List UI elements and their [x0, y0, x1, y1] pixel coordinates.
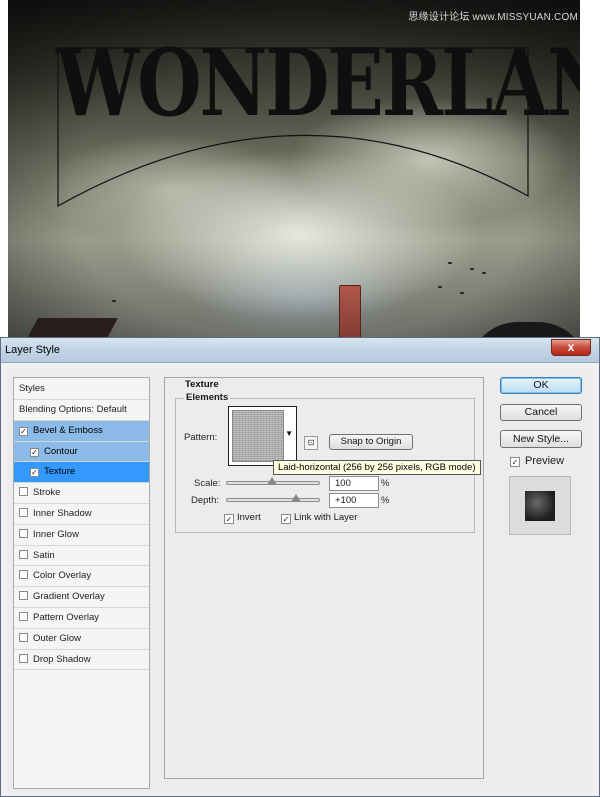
checkbox[interactable]	[19, 570, 28, 580]
style-item-gradient-overlay[interactable]: Gradient Overlay	[14, 587, 149, 608]
bird	[460, 292, 464, 294]
depth-input[interactable]: +100	[329, 493, 379, 508]
scale-label: Scale:	[194, 478, 221, 489]
style-item-label: Drop Shadow	[33, 653, 91, 665]
style-item-drop-shadow[interactable]: Drop Shadow	[14, 650, 149, 671]
elements-group: Elements Pattern: ▼ ⊡ Snap to Origin Lai…	[175, 392, 481, 533]
checkbox[interactable]	[19, 591, 28, 601]
style-item-label: Pattern Overlay	[33, 611, 99, 623]
pattern-label: Pattern:	[184, 432, 218, 443]
checkbox[interactable]	[19, 549, 28, 559]
checkbox[interactable]	[19, 611, 28, 621]
texture-panel: Texture Elements Pattern: ▼ ⊡ Snap to Or…	[164, 377, 484, 779]
checkbox[interactable]: ✓	[224, 514, 234, 524]
snap-to-origin-button[interactable]: Snap to Origin	[329, 434, 413, 450]
style-preview	[509, 476, 571, 535]
red-door	[339, 285, 361, 343]
pattern-thumbnail	[232, 410, 284, 462]
dialog-titlebar[interactable]: Layer Style x	[1, 338, 599, 363]
style-item-inner-shadow[interactable]: Inner Shadow	[14, 504, 149, 525]
style-item-satin[interactable]: Satin	[14, 546, 149, 567]
bird	[482, 272, 486, 274]
checkbox[interactable]	[19, 653, 28, 663]
new-style-button[interactable]: New Style...	[500, 430, 582, 448]
checkbox[interactable]: ✓	[30, 447, 39, 457]
scale-unit: %	[381, 478, 390, 489]
checkbox[interactable]	[19, 487, 28, 497]
pattern-picker[interactable]: ▼	[228, 406, 297, 466]
depth-slider-thumb[interactable]	[291, 494, 301, 502]
style-item-label: Blending Options: Default	[19, 404, 127, 415]
checkbox[interactable]: ✓	[30, 468, 39, 478]
style-item-label: Texture	[44, 466, 76, 478]
style-item-label: Inner Glow	[33, 528, 79, 540]
link-with-layer-label: Link with Layer	[294, 512, 358, 523]
style-item-label: Satin	[33, 549, 55, 561]
preview-checkbox[interactable]: ✓ Preview	[510, 455, 564, 467]
checkbox[interactable]	[19, 528, 28, 538]
style-item-label: Bevel & Emboss	[33, 424, 103, 436]
invert-checkbox[interactable]: ✓ Invert	[224, 512, 261, 524]
checkbox[interactable]: ✓	[281, 514, 291, 524]
group-title: Elements	[184, 392, 231, 403]
style-item-label: Contour	[44, 445, 78, 457]
checkbox[interactable]	[19, 507, 28, 517]
invert-label: Invert	[237, 512, 261, 523]
depth-label: Depth:	[191, 495, 219, 506]
cancel-button[interactable]: Cancel	[500, 404, 582, 421]
scale-slider-thumb[interactable]	[267, 477, 277, 485]
bird	[438, 286, 442, 288]
dialog-client: Styles Blending Options: Default ✓ Bevel …	[7, 369, 593, 792]
style-item-label: Gradient Overlay	[33, 591, 105, 603]
dialog-title: Layer Style	[5, 344, 61, 356]
style-item-color-overlay[interactable]: Color Overlay	[14, 566, 149, 588]
artwork-image: WONDERLAND 思缘设计论坛 www.MISSYUAN.COM	[0, 0, 600, 343]
checkbox[interactable]	[19, 632, 28, 642]
style-item-blending-options[interactable]: Blending Options: Default	[14, 400, 149, 421]
layer-style-dialog: Layer Style x Styles Blending Options: D…	[0, 337, 600, 797]
image-border	[0, 0, 8, 343]
scale-slider[interactable]	[226, 477, 320, 485]
style-item-label: Outer Glow	[33, 632, 82, 644]
style-item-texture[interactable]: ✓ Texture	[14, 462, 149, 484]
close-icon: x	[567, 340, 575, 354]
style-item-label: Inner Shadow	[33, 507, 92, 519]
style-item-outer-glow[interactable]: Outer Glow	[14, 629, 149, 650]
bird	[470, 268, 474, 270]
section-title: Texture	[185, 379, 219, 390]
bird	[112, 300, 116, 302]
bird	[448, 262, 452, 264]
styles-header[interactable]: Styles	[14, 378, 149, 400]
artwork-title: WONDERLAND	[56, 30, 600, 138]
depth-slider[interactable]	[226, 494, 320, 502]
checkbox[interactable]: ✓	[510, 457, 520, 467]
dropdown-arrow-icon[interactable]: ▼	[285, 429, 293, 438]
style-item-bevel-emboss[interactable]: ✓ Bevel & Emboss	[14, 420, 149, 442]
image-border	[580, 0, 600, 343]
pattern-tooltip: Laid-horizontal (256 by 256 pixels, RGB …	[273, 460, 481, 475]
style-item-pattern-overlay[interactable]: Pattern Overlay	[14, 608, 149, 629]
close-button[interactable]: x	[551, 339, 591, 356]
ok-button[interactable]: OK	[500, 377, 582, 394]
styles-list: Styles Blending Options: Default ✓ Bevel …	[13, 377, 150, 789]
style-item-label: Color Overlay	[33, 570, 92, 582]
style-item-contour[interactable]: ✓ Contour	[14, 441, 149, 463]
style-item-label: Stroke	[33, 487, 61, 499]
watermark: 思缘设计论坛 www.MISSYUAN.COM	[408, 12, 578, 23]
style-item-stroke[interactable]: Stroke	[14, 483, 149, 504]
preview-swatch	[525, 491, 555, 521]
link-with-layer-checkbox[interactable]: ✓ Link with Layer	[281, 512, 357, 524]
style-item-inner-glow[interactable]: Inner Glow	[14, 525, 149, 546]
scale-input[interactable]: 100	[329, 476, 379, 491]
new-preset-icon[interactable]: ⊡	[304, 436, 318, 450]
preview-label: Preview	[525, 455, 565, 467]
depth-unit: %	[381, 495, 390, 506]
checkbox[interactable]: ✓	[19, 426, 28, 436]
